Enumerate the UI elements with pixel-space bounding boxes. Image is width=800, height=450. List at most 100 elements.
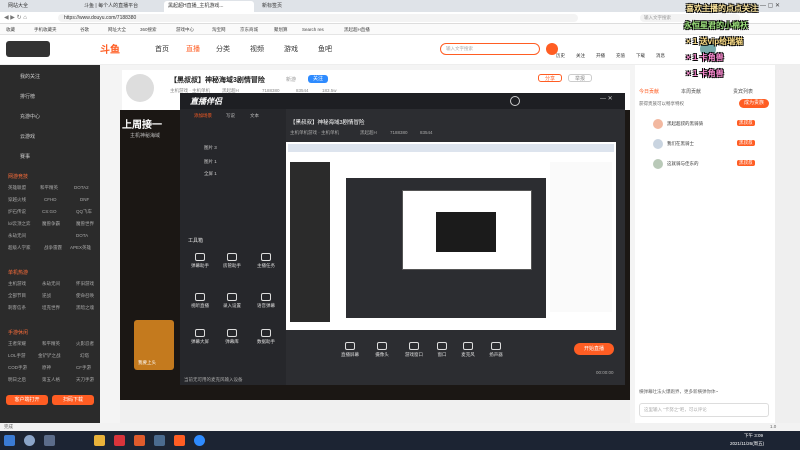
steam-icon[interactable] <box>154 435 165 446</box>
window-button[interactable]: 窗口 <box>432 342 452 358</box>
broadcast-icon[interactable]: 开播 <box>596 53 605 59</box>
sidebar-game[interactable]: 明日之后 <box>8 377 26 383</box>
bookmark[interactable]: 黑起超H直播 <box>344 25 370 34</box>
sidebar-item-follow[interactable]: 我的关注 <box>20 73 40 80</box>
nav-arrows-icon[interactable]: ◀ ▶ ↻ ⌂ <box>4 14 27 21</box>
sidebar-game[interactable]: COD手游 <box>8 365 27 371</box>
tool-admin[interactable]: 房管助手 <box>222 253 242 269</box>
sidebar-game[interactable]: 火影忍者 <box>76 341 94 347</box>
sidebar-game[interactable]: 主机游戏 <box>8 281 26 287</box>
tool-voice[interactable]: 语音弹幕 <box>256 293 276 309</box>
tool-task[interactable]: 主播任务 <box>256 253 276 269</box>
rank-row[interactable]: 这就骑与佳东的 黑叔叔 <box>639 157 769 171</box>
sidebar-game[interactable]: 使命召唤 <box>76 293 94 299</box>
nav-game[interactable]: 游戏 <box>284 44 298 54</box>
bookmark[interactable]: Search res <box>302 25 324 34</box>
bookmark[interactable]: 收藏 <box>6 25 15 34</box>
sidebar-game[interactable]: 坦克世界 <box>42 305 60 311</box>
bookmark[interactable]: 游戏中心 <box>176 25 194 34</box>
sidebar-game[interactable]: LOL手游 <box>8 353 26 359</box>
microphone-button[interactable]: 麦克风 <box>458 342 478 358</box>
sidebar-game[interactable]: 逆战 <box>42 293 51 299</box>
game-window-button[interactable]: 游戏窗口 <box>404 342 424 358</box>
sidebar-game[interactable]: 永劫无间 <box>8 233 26 239</box>
rank-row[interactable]: 我们在黑骑士 黑叔叔 <box>639 137 769 151</box>
message-icon[interactable]: 消息 <box>656 53 665 59</box>
rank-row[interactable]: 黑起超叔的黑骑骑 黑叔叔 <box>639 117 769 131</box>
follow-button[interactable]: 关注 <box>308 75 328 83</box>
scene-item[interactable]: 图片 1 <box>204 159 217 165</box>
sidebar-game[interactable]: CS:GO <box>42 209 57 214</box>
share-button[interactable]: 分享 <box>538 74 562 82</box>
sidebar-game[interactable]: DOTA2 <box>74 185 89 190</box>
douyu-icon[interactable] <box>174 435 185 446</box>
bookmark[interactable]: 淘宝网 <box>212 25 226 34</box>
nav-home[interactable]: 首页 <box>155 44 169 54</box>
tool-lib[interactable]: 弹幕库 <box>222 329 242 345</box>
sidebar-game[interactable]: 英雄联盟 <box>8 185 26 191</box>
nav-yuba[interactable]: 鱼吧 <box>318 44 332 54</box>
browser-tab[interactable]: 网站大全 <box>4 1 74 12</box>
bookmark[interactable]: 谷歌 <box>80 25 89 34</box>
sidebar-game[interactable]: DOTA <box>76 233 88 238</box>
browser-tab[interactable]: 斗鱼 | 每个人的直播平台 <box>80 1 160 12</box>
open-client-button[interactable]: 客户端打开 <box>6 395 48 405</box>
bookmark[interactable]: 手机收藏夹 <box>34 25 57 34</box>
file-explorer-icon[interactable] <box>94 435 105 446</box>
sidebar-game[interactable]: 炉石传说 <box>8 209 26 215</box>
nav-live[interactable]: 直播 <box>186 44 200 54</box>
sidebar-item-rank[interactable]: 排行榜 <box>20 93 35 100</box>
search-icon[interactable] <box>24 435 35 446</box>
sidebar-game[interactable]: lol云顶之弈 <box>8 221 31 227</box>
sidebar-game[interactable]: 怀旧游戏 <box>76 281 94 287</box>
scene-tab[interactable]: 写说 <box>226 113 235 119</box>
sidebar-item-cloud[interactable]: 云游戏 <box>20 133 35 140</box>
scene-tab[interactable]: 文本 <box>250 113 259 119</box>
stream-preview[interactable] <box>286 142 616 330</box>
download-icon[interactable]: 下载 <box>636 53 645 59</box>
sidebar-game[interactable]: 穿越火线 <box>8 197 26 203</box>
chat-tab[interactable]: 今日贡献 <box>639 88 659 95</box>
nav-video[interactable]: 视频 <box>250 44 264 54</box>
speaker-button[interactable]: 扬声器 <box>486 342 506 358</box>
sidebar-game[interactable]: 幻塔 <box>80 353 89 359</box>
become-noble-button[interactable]: 成为贵族 <box>739 99 769 108</box>
sidebar-item-match[interactable]: 赛事 <box>20 153 30 160</box>
sidebar-game[interactable]: CF手游 <box>76 365 91 371</box>
sidebar-game[interactable]: 永劫无间 <box>42 281 60 287</box>
tool-record[interactable]: 录入设置 <box>222 293 242 309</box>
sidebar-game[interactable]: 第五人格 <box>42 377 60 383</box>
browser-tab[interactable]: 新标签页 <box>258 1 318 12</box>
recharge-icon[interactable]: 充值 <box>616 53 625 59</box>
url-field[interactable]: https://www.douyu.com/7188380 <box>58 14 578 22</box>
page-scrollbar[interactable] <box>775 65 800 423</box>
sidebar-game[interactable]: 和平精英 <box>40 185 58 191</box>
douyu-logo[interactable]: 斗鱼 <box>100 41 120 56</box>
scene-item[interactable]: 图片 3 <box>204 145 217 151</box>
sidebar-game[interactable]: 黑暗之魂 <box>76 305 94 311</box>
sidebar-game[interactable]: 原神 <box>42 365 51 371</box>
sidebar-item-center[interactable]: 充游中心 <box>20 113 40 120</box>
scene-item[interactable]: 全屏 1 <box>204 171 217 177</box>
camera-button[interactable]: 摄像头 <box>372 342 392 358</box>
sidebar-game[interactable]: 和平精英 <box>42 341 60 347</box>
nav-category[interactable]: 分类 <box>216 44 230 54</box>
sidebar-game[interactable]: DNF <box>80 197 89 202</box>
report-button[interactable]: 举报 <box>568 74 592 82</box>
chat-tab[interactable]: 贵宾列表 <box>733 88 753 95</box>
browser-tab-active[interactable]: 黑起超H直播_主机游戏... <box>164 1 254 12</box>
chat-input[interactable]: 这里输入 “卡努之”吧，可以评论 <box>639 403 769 417</box>
sidebar-game[interactable]: 王者荣耀 <box>8 341 26 347</box>
sidebar-game[interactable]: 金铲铲之战 <box>38 353 61 359</box>
sidebar-game[interactable]: 战争雷霆 <box>44 245 62 251</box>
history-icon[interactable]: 历史 <box>556 53 565 59</box>
app-icon[interactable] <box>114 435 125 446</box>
task-view-icon[interactable] <box>44 435 55 446</box>
site-search-input[interactable]: 输入文字搜索 <box>440 43 540 55</box>
tool-data[interactable]: 数据助手 <box>256 329 276 345</box>
sidebar-game[interactable]: 刺客信条 <box>8 305 26 311</box>
sidebar-game[interactable]: 魔兽争霸 <box>42 221 60 227</box>
bookmark[interactable]: 京东商城 <box>240 25 258 34</box>
sidebar-game[interactable]: 天刀手游 <box>76 377 94 383</box>
user-avatar-icon[interactable] <box>510 96 520 106</box>
